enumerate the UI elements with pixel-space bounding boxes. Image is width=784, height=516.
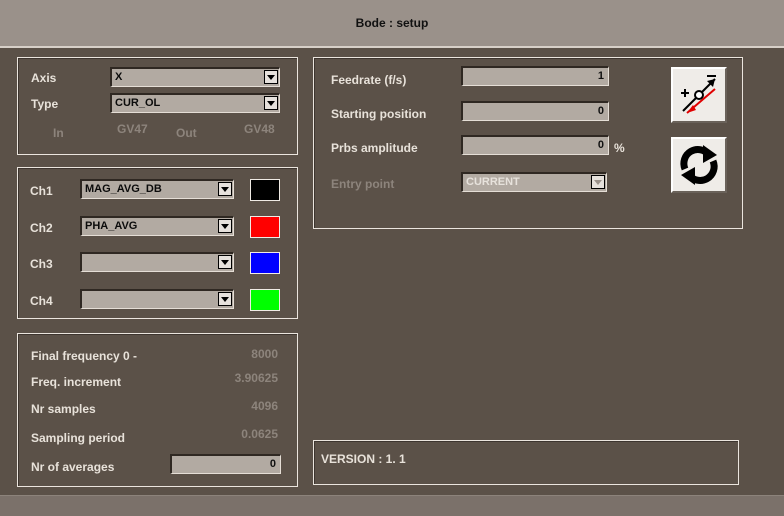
ch4-select[interactable]	[80, 289, 234, 309]
window-title: Bode : setup	[355, 16, 429, 30]
ch1-value: MAG_AVG_DB	[85, 183, 162, 195]
nr-averages-label: Nr of averages	[31, 460, 115, 474]
chevron-down-icon[interactable]	[218, 182, 232, 196]
freq-increment-value: 3.90625	[234, 371, 278, 385]
axis-value: X	[115, 71, 123, 83]
type-label: Type	[31, 97, 59, 111]
chevron-down-icon[interactable]	[591, 175, 605, 189]
channels-panel: Ch1 MAG_AVG_DB Ch2 PHA_AVG Ch3 Ch4	[17, 167, 298, 319]
chevron-down-icon[interactable]	[218, 255, 232, 269]
entry-point-label: Entry point	[331, 177, 395, 191]
freq-increment-label: Freq. increment	[31, 375, 122, 389]
prbs-amplitude-input[interactable]: 0	[461, 135, 609, 155]
final-frequency-value: 8000	[251, 347, 278, 361]
axis-select[interactable]: X	[110, 67, 280, 87]
ch3-select[interactable]	[80, 252, 234, 272]
nr-samples-value: 4096	[251, 399, 278, 413]
nr-samples-label: Nr samples	[31, 402, 96, 416]
refresh-arrows-icon	[680, 145, 718, 185]
entry-point-value: CURRENT	[466, 176, 520, 188]
type-value: CUR_OL	[115, 97, 161, 109]
prbs-amplitude-label: Prbs amplitude	[331, 141, 418, 155]
feedrate-label: Feedrate (f/s)	[331, 73, 407, 87]
ch2-select[interactable]: PHA_AVG	[80, 216, 234, 236]
chevron-down-icon[interactable]	[218, 292, 232, 306]
ch2-color-swatch[interactable]	[250, 216, 280, 238]
ch2-label: Ch2	[30, 221, 53, 235]
nr-averages-input[interactable]: 0	[170, 454, 281, 474]
version-text: VERSION : 1. 1	[321, 452, 406, 466]
entry-point-select[interactable]: CURRENT	[461, 172, 607, 192]
starting-position-label: Starting position	[331, 107, 427, 121]
sampling-period-value: 0.0625	[241, 427, 278, 441]
ch1-color-swatch[interactable]	[250, 179, 280, 201]
chevron-down-icon[interactable]	[264, 70, 278, 84]
axis-label: Axis	[31, 71, 57, 85]
sampling-period-label: Sampling period	[31, 431, 126, 445]
in-value: GV47	[117, 122, 148, 136]
refresh-button[interactable]	[671, 137, 727, 193]
title-bar: Bode : setup	[0, 0, 784, 48]
ch3-label: Ch3	[30, 257, 53, 271]
tune-button[interactable]	[671, 67, 727, 123]
chevron-down-icon[interactable]	[218, 219, 232, 233]
ch1-label: Ch1	[30, 184, 53, 198]
axis-panel: Axis X Type CUR_OL In GV47 Out GV48	[17, 57, 298, 155]
ch4-label: Ch4	[30, 294, 53, 308]
type-select[interactable]: CUR_OL	[110, 93, 280, 113]
ch1-select[interactable]: MAG_AVG_DB	[80, 179, 234, 199]
chevron-down-icon[interactable]	[264, 96, 278, 110]
starting-position-input[interactable]: 0	[461, 101, 609, 121]
version-panel: VERSION : 1. 1	[313, 440, 739, 485]
final-frequency-label: Final frequency 0 -	[31, 349, 138, 363]
frequency-panel: Final frequency 0 - 8000 Freq. increment…	[17, 333, 298, 487]
feedrate-input[interactable]: 1	[461, 66, 609, 86]
in-label: In	[53, 126, 64, 140]
ch3-color-swatch[interactable]	[250, 252, 280, 274]
out-label: Out	[176, 126, 197, 140]
prbs-unit: %	[614, 141, 625, 155]
motion-panel: Feedrate (f/s) 1 Starting position 0 Prb…	[313, 57, 743, 229]
ch4-color-swatch[interactable]	[250, 289, 280, 311]
status-bar	[0, 495, 784, 516]
plus-minus-tune-icon	[681, 75, 716, 114]
ch2-value: PHA_AVG	[85, 220, 138, 232]
out-value: GV48	[244, 122, 275, 136]
